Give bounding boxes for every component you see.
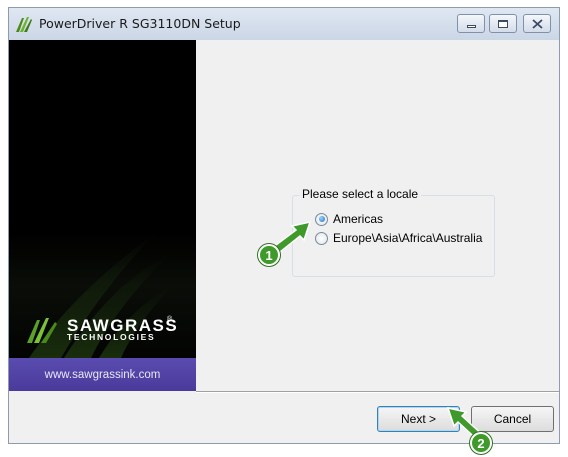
footer-divider — [196, 391, 559, 393]
radio-label-americas: Americas — [333, 212, 384, 226]
radio-selected-dot — [318, 216, 325, 222]
minimize-button[interactable] — [457, 14, 485, 33]
radio-label-europe: Europe\Asia\Africa\Australia — [333, 231, 483, 245]
window-title: PowerDriver R SG3110DN Setup — [39, 16, 241, 31]
annotation-badge-1: 1 — [258, 244, 280, 266]
minimize-icon — [466, 25, 476, 28]
sawgrass-logo-icon — [27, 318, 57, 343]
locale-group-label: Please select a locale — [299, 187, 422, 201]
maximize-button[interactable] — [489, 14, 517, 33]
logo-subtitle: TECHNOLOGIES — [67, 332, 156, 342]
close-button[interactable] — [523, 14, 551, 33]
title-bar[interactable]: PowerDriver R SG3110DN Setup — [9, 8, 559, 40]
radio-option-americas[interactable]: Americas — [315, 212, 383, 226]
side-banner: SAWGRASS ® TECHNOLOGIES www.sawgrassink.… — [9, 40, 196, 391]
annotation-badge-2: 2 — [470, 432, 492, 454]
radio-option-europe[interactable]: Europe\Asia\Africa\Australia — [315, 231, 482, 245]
website-url: www.sawgrassink.com — [44, 368, 161, 381]
grass-graphic — [29, 230, 174, 358]
close-icon — [531, 18, 543, 29]
banner-footer: www.sawgrassink.com — [9, 358, 196, 391]
maximize-icon — [498, 19, 508, 28]
app-logo-icon — [16, 17, 32, 32]
logo-trademark: ® — [167, 316, 173, 323]
